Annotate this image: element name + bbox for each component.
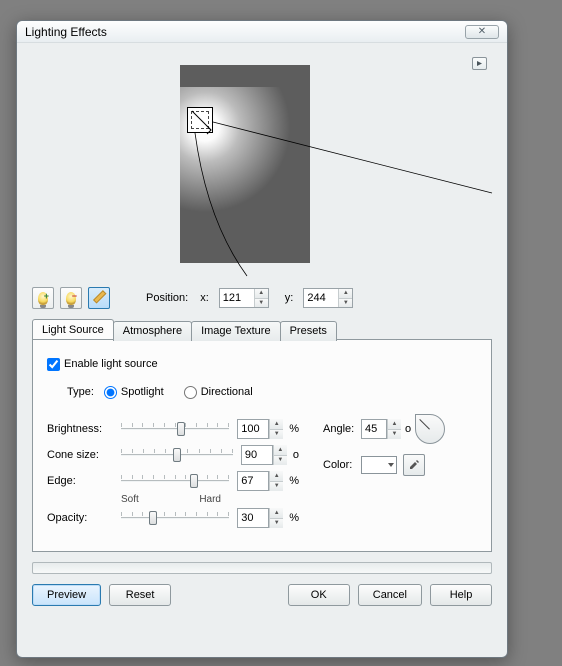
tab-image-texture[interactable]: Image Texture: [191, 321, 281, 341]
angle-dial[interactable]: [415, 414, 445, 444]
cancel-button[interactable]: Cancel: [358, 584, 422, 606]
edge-hard-label: Hard: [199, 494, 221, 505]
light-source-pane: Enable light source Type: Spotlight Dire…: [32, 339, 492, 552]
angle-unit: o: [405, 423, 411, 435]
opacity-input[interactable]: [237, 508, 269, 528]
edge-input[interactable]: [237, 471, 269, 491]
cone-unit: o: [293, 449, 299, 461]
position-y-input[interactable]: [304, 289, 338, 307]
enable-light-label: Enable light source: [64, 358, 158, 370]
help-button[interactable]: Help: [430, 584, 492, 606]
preview-button[interactable]: Preview: [32, 584, 101, 606]
eyedropper-button[interactable]: [403, 454, 425, 476]
cone-input[interactable]: [241, 445, 273, 465]
position-label: Position:: [146, 292, 188, 304]
directional-option[interactable]: Directional: [184, 386, 253, 399]
color-label: Color:: [323, 459, 361, 471]
titlebar[interactable]: Lighting Effects ✕: [17, 21, 507, 43]
x-label: x:: [200, 292, 209, 304]
x-spin-up[interactable]: ▲: [255, 289, 268, 299]
brightness-input[interactable]: [237, 419, 269, 439]
edge-label: Edge:: [47, 475, 113, 487]
y-spin-up[interactable]: ▲: [339, 289, 352, 299]
position-x-input[interactable]: [220, 289, 254, 307]
reset-button[interactable]: Reset: [109, 584, 171, 606]
enable-light-row[interactable]: Enable light source: [47, 352, 477, 376]
spotlight-radio[interactable]: [104, 386, 117, 399]
angle-label: Angle:: [323, 423, 361, 435]
close-button[interactable]: ✕: [465, 25, 499, 39]
edge-slider[interactable]: [121, 472, 229, 490]
tab-presets[interactable]: Presets: [280, 321, 337, 341]
brightness-slider[interactable]: [121, 420, 229, 438]
y-label: y:: [285, 292, 294, 304]
opacity-label: Opacity:: [47, 512, 113, 524]
opacity-unit: %: [289, 512, 299, 524]
brightness-unit: %: [289, 423, 299, 435]
x-spin-down[interactable]: ▼: [255, 299, 268, 308]
cone-slider[interactable]: [121, 446, 233, 464]
dialog-title: Lighting Effects: [25, 25, 107, 39]
type-label: Type:: [67, 386, 94, 398]
lighting-effects-dialog: Lighting Effects ✕ + − Position: x:: [16, 20, 508, 658]
light-source-handle[interactable]: [187, 107, 213, 133]
cone-label: Cone size:: [47, 449, 113, 461]
preview-area[interactable]: [32, 51, 492, 283]
edge-unit: %: [289, 475, 299, 487]
tab-atmosphere[interactable]: Atmosphere: [113, 321, 192, 341]
edit-light-button[interactable]: [88, 287, 110, 309]
ok-button[interactable]: OK: [288, 584, 350, 606]
spotlight-option[interactable]: Spotlight: [104, 386, 164, 399]
color-swatch[interactable]: [361, 456, 397, 474]
progress-bar: [32, 562, 492, 574]
y-spin-down[interactable]: ▼: [339, 299, 352, 308]
tab-light-source[interactable]: Light Source: [32, 319, 114, 339]
angle-input[interactable]: [361, 419, 387, 439]
edge-soft-label: Soft: [121, 494, 139, 505]
directional-radio[interactable]: [184, 386, 197, 399]
preview-canvas[interactable]: [180, 65, 310, 263]
brightness-label: Brightness:: [47, 423, 113, 435]
opacity-slider[interactable]: [121, 509, 229, 527]
add-light-button[interactable]: +: [32, 287, 54, 309]
remove-light-button[interactable]: −: [60, 287, 82, 309]
enable-light-checkbox[interactable]: [47, 358, 60, 371]
